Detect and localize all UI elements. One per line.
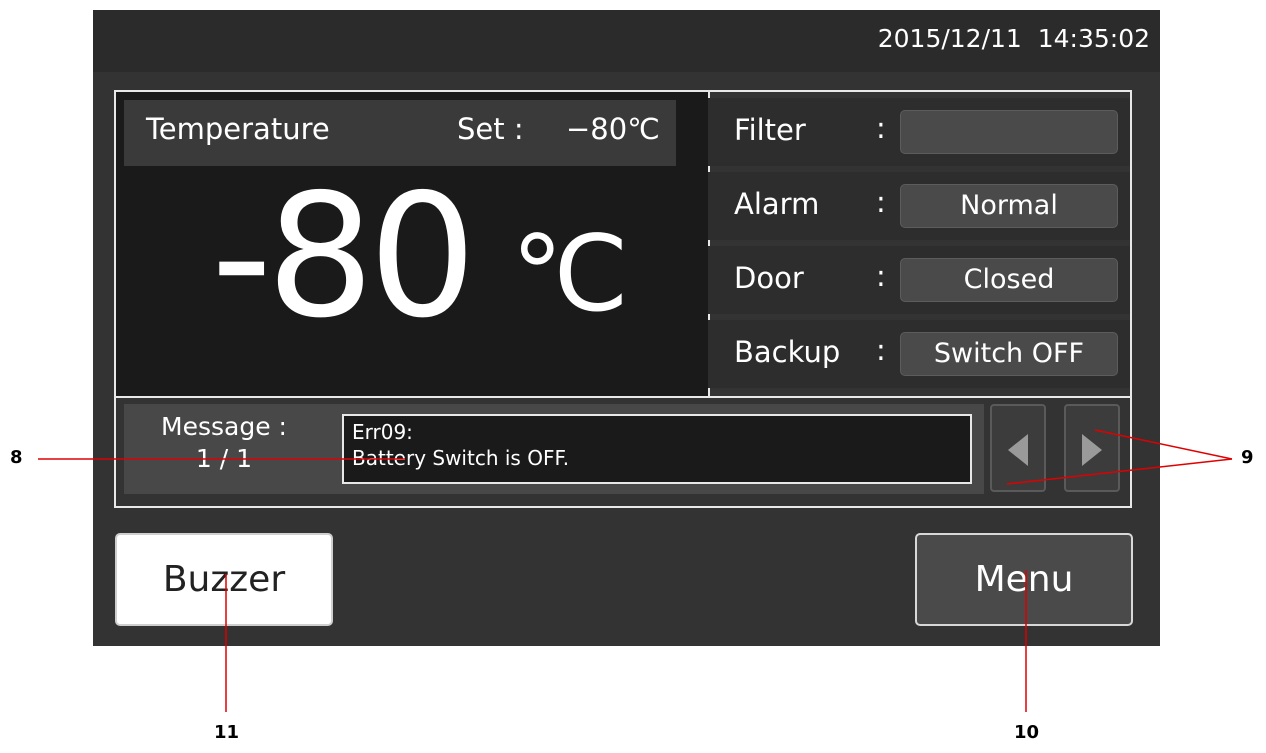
callout-line-9a [1094,429,1233,460]
callout-number-9: 9 [1241,447,1254,468]
callout-lines [38,429,1233,712]
callout-number-11: 11 [214,722,240,743]
callout-number-8: 8 [10,447,23,468]
callout-number-10: 10 [1014,722,1040,743]
callout-line-9b [1006,458,1233,485]
